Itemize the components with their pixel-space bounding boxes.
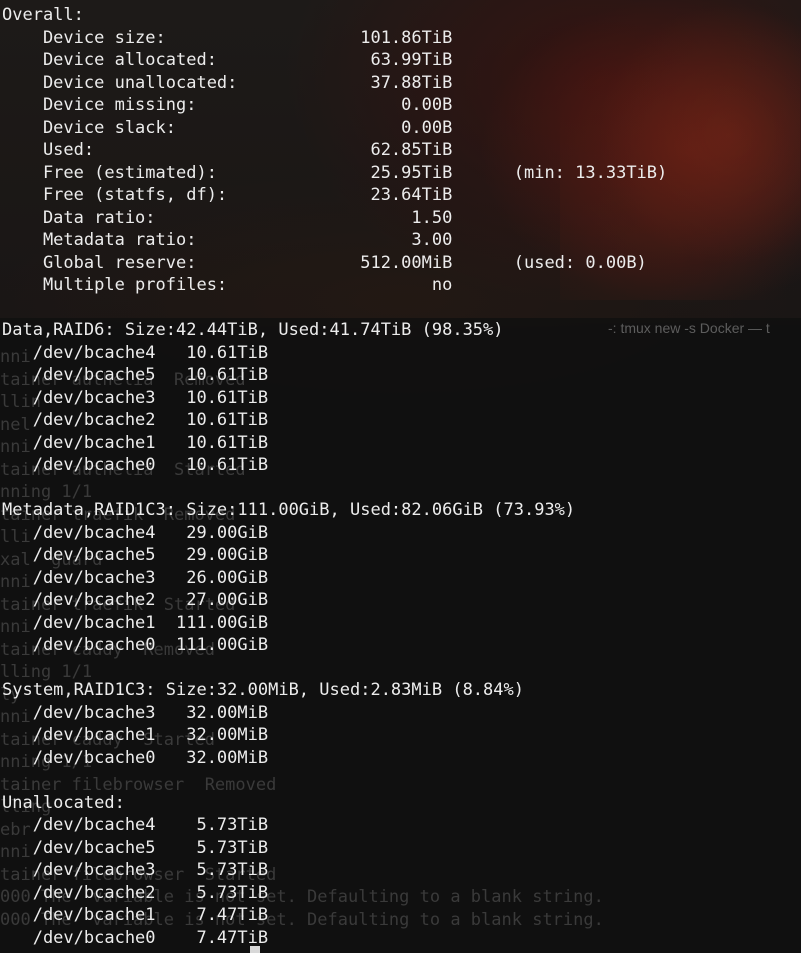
section-header: Unallocated: <box>2 792 125 813</box>
device-row: /dev/bcache0 32.00MiB <box>2 747 269 768</box>
device-row: /dev/bcache0 7.47TiB <box>2 927 269 948</box>
device-row: /dev/bcache2 27.00GiB <box>2 590 269 610</box>
overall-row: Free (statfs, df): 23.64TiB <box>2 185 453 205</box>
device-row: /dev/bcache3 26.00GiB <box>2 567 269 588</box>
device-row: /dev/bcache1 7.47TiB <box>2 905 269 925</box>
section-header: Data,RAID6: Size:42.44TiB, Used:41.74TiB… <box>2 320 504 340</box>
overall-row: Data ratio: 1.50 <box>2 207 453 228</box>
terminal-output[interactable]: Overall: Device size: 101.86TiB Device a… <box>2 4 667 949</box>
device-row: /dev/bcache5 5.73TiB <box>2 837 269 858</box>
device-row: /dev/bcache3 5.73TiB <box>2 860 269 880</box>
device-row: /dev/bcache1 32.00MiB <box>2 725 269 745</box>
overall-header: Overall: <box>2 5 84 25</box>
overall-row: Device size: 101.86TiB <box>2 27 453 48</box>
terminal-cursor <box>250 946 260 953</box>
device-row: /dev/bcache1 111.00GiB <box>2 612 269 633</box>
overall-row: Free (estimated): 25.95TiB (min: 13.33Ti… <box>2 162 668 183</box>
device-row: /dev/bcache0 111.00GiB <box>2 635 269 655</box>
device-row: /dev/bcache1 10.61TiB <box>2 432 269 453</box>
device-row: /dev/bcache2 10.61TiB <box>2 410 269 430</box>
device-row: /dev/bcache0 10.61TiB <box>2 455 269 475</box>
device-row: /dev/bcache5 29.00GiB <box>2 545 269 565</box>
overall-row: Device allocated: 63.99TiB <box>2 50 453 70</box>
overall-row: Device slack: 0.00B <box>2 117 453 138</box>
device-row: /dev/bcache2 5.73TiB <box>2 882 269 903</box>
device-row: /dev/bcache4 29.00GiB <box>2 522 269 543</box>
overall-row: Metadata ratio: 3.00 <box>2 230 453 250</box>
device-row: /dev/bcache4 10.61TiB <box>2 342 269 363</box>
section-header: Metadata,RAID1C3: Size:111.00GiB, Used:8… <box>2 500 576 520</box>
section-header: System,RAID1C3: Size:32.00MiB, Used:2.83… <box>2 680 524 700</box>
device-row: /dev/bcache3 10.61TiB <box>2 387 269 408</box>
device-row: /dev/bcache4 5.73TiB <box>2 815 269 835</box>
device-row: /dev/bcache3 32.00MiB <box>2 702 269 723</box>
overall-row: Device unallocated: 37.88TiB <box>2 72 453 93</box>
overall-row: Multiple profiles: no <box>2 275 453 295</box>
overall-row: Global reserve: 512.00MiB (used: 0.00B) <box>2 252 647 273</box>
overall-row: Device missing: 0.00B <box>2 95 453 115</box>
device-row: /dev/bcache5 10.61TiB <box>2 365 269 385</box>
overall-row: Used: 62.85TiB <box>2 140 453 160</box>
